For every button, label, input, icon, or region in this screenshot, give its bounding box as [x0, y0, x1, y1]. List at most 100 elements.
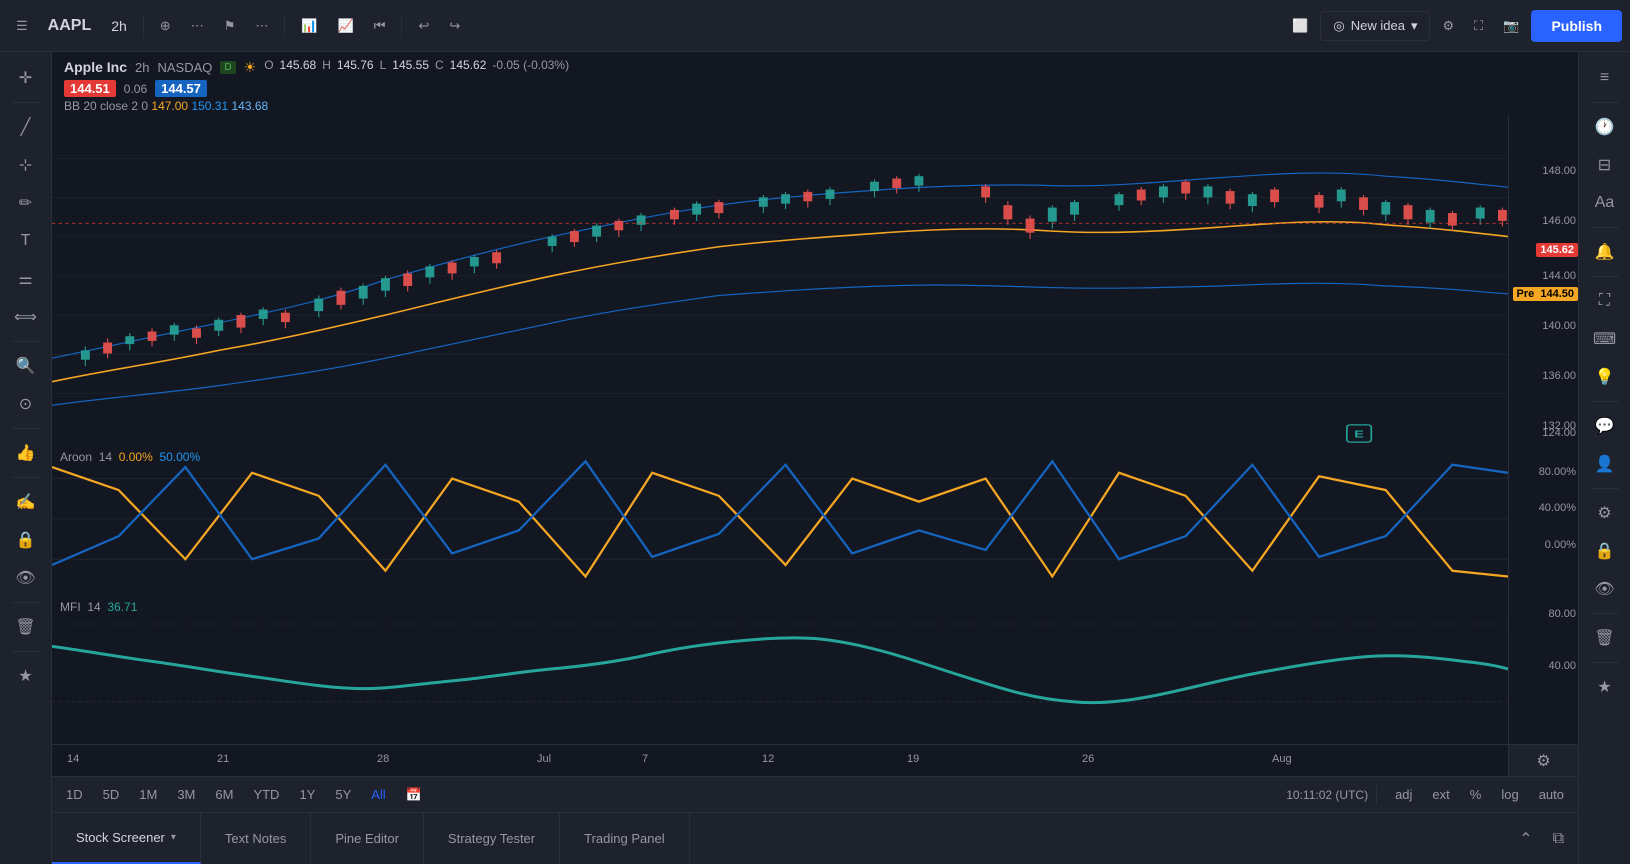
aroon-80: 80.00% [1539, 466, 1576, 478]
brush-tool[interactable]: ✏ [8, 185, 44, 221]
tab-strategy-tester[interactable]: Strategy Tester [424, 813, 560, 864]
lock-right-tool[interactable]: 🔒 [1587, 533, 1623, 569]
chart-style-button[interactable]: 📈 [330, 12, 362, 40]
bb-val3: 143.68 [232, 99, 269, 113]
period-5y[interactable]: 5Y [325, 779, 361, 810]
eye-tool[interactable]: 👁 [8, 560, 44, 596]
adj-btn[interactable]: adj [1385, 779, 1422, 810]
right-sep3 [1591, 276, 1619, 277]
time-26: 26 [1082, 753, 1094, 765]
mfi-axis: 80.00 40.00 [1508, 594, 1578, 744]
chat2-tool[interactable]: 👤 [1587, 446, 1623, 482]
aroon-label: Aroon 14 0.00% 50.00% [60, 450, 200, 464]
watchlist-tool[interactable]: ≡ [1587, 60, 1623, 96]
keyboard-tool[interactable]: ⌨ [1587, 321, 1623, 357]
mfi-40: 40.00 [1548, 660, 1576, 672]
settings-right-tool[interactable]: ⚙ [1587, 495, 1623, 531]
log-btn[interactable]: log [1491, 779, 1528, 810]
aroon-axis: 80.00% 40.00% 0.00% [1508, 444, 1578, 594]
clock-tool[interactable]: 🕐 [1587, 109, 1623, 145]
period-all[interactable]: All [361, 779, 395, 810]
lock-tool[interactable]: 🔒 [8, 522, 44, 558]
bulb-tool[interactable]: 💡 [1587, 359, 1623, 395]
publish-button[interactable]: Publish [1531, 10, 1622, 42]
trash-tool[interactable]: 🗑 [8, 609, 44, 645]
draw-tool[interactable]: ✍ [8, 484, 44, 520]
star-right-tool[interactable]: ★ [1587, 669, 1623, 705]
svg-text:E: E [1354, 428, 1364, 439]
panel-collapse-btn[interactable]: ⌃ [1513, 823, 1538, 855]
price-148: 148.00 [1542, 165, 1576, 177]
chart-header: Apple Inc 2h NASDAQ D ☀ O 145.68 H 145.7… [52, 52, 1578, 115]
chat-tool[interactable]: 💬 [1587, 408, 1623, 444]
text-tool[interactable]: T [8, 223, 44, 259]
period-1d[interactable]: 1D [56, 779, 93, 810]
thumbsup-tool[interactable]: 👍 [8, 435, 44, 471]
tab-pine-editor[interactable]: Pine Editor [311, 813, 424, 864]
chart-area: Apple Inc 2h NASDAQ D ☀ O 145.68 H 145.7… [52, 52, 1578, 864]
timeframe-label[interactable]: 2h [103, 12, 135, 40]
aroon-chart-row: Aroon 14 0.00% 50.00% [52, 444, 1578, 594]
eye-right-tool[interactable]: 👁 [1587, 571, 1623, 607]
alert-right-tool[interactable]: 🔔 [1587, 234, 1623, 270]
redo-button[interactable]: ↪ [441, 12, 468, 40]
tab-stock-screener[interactable]: Stock Screener ▾ [52, 813, 201, 864]
period-1m[interactable]: 1M [129, 779, 167, 810]
star-tool[interactable]: ★ [8, 658, 44, 694]
period-ytd[interactable]: YTD [243, 779, 289, 810]
symbol-label[interactable]: AAPL [40, 11, 100, 41]
price-140: 140.00 [1542, 320, 1576, 332]
chart-exchange: NASDAQ [157, 60, 212, 75]
panel-expand-btn[interactable]: ⧉ [1547, 824, 1570, 854]
settings-time-icon[interactable]: ⚙ [1536, 751, 1550, 771]
sep3 [401, 14, 402, 38]
settings-button[interactable]: ⚙ [1434, 12, 1462, 40]
fib-tool[interactable]: ⊹ [8, 147, 44, 183]
crosshair-tool[interactable]: ✛ [8, 60, 44, 96]
calendar-button[interactable]: 📅 [396, 779, 432, 811]
stock-screener-arrow: ▾ [171, 832, 176, 843]
fullscreen-button[interactable]: ⛶ [1466, 12, 1491, 40]
layout-button[interactable]: ⬜ [1284, 12, 1316, 40]
price-change: -0.05 (-0.03%) [492, 58, 569, 72]
zoom-tool[interactable]: 🔍 [8, 348, 44, 384]
price-146: 146.00 [1542, 215, 1576, 227]
alerts-button[interactable]: ⚑ [216, 12, 244, 40]
nasdaq-badge: D [220, 61, 235, 74]
pct-btn[interactable]: % [1460, 779, 1492, 810]
period-5d[interactable]: 5D [93, 779, 130, 810]
undo-button[interactable]: ↩ [410, 12, 437, 40]
screenshot-button[interactable]: 📷 [1495, 12, 1527, 40]
properties-tool[interactable]: ⊟ [1587, 147, 1623, 183]
magnet-tool[interactable]: ⊙ [8, 386, 44, 422]
chart-type-button[interactable]: 📊 [293, 12, 325, 40]
trash-right-tool[interactable]: 🗑 [1587, 620, 1623, 656]
text-right-tool[interactable]: Aa [1587, 185, 1623, 221]
indicators-button[interactable]: ⋯ [183, 12, 212, 40]
compare-button[interactable]: ⊕ [152, 12, 179, 40]
tab-trading-panel[interactable]: Trading Panel [560, 813, 689, 864]
menu-button[interactable]: ☰ [8, 12, 36, 40]
panel-right: ⌃ ⧉ [1513, 823, 1578, 855]
high-val: 145.76 [337, 58, 374, 72]
trend-line-tool[interactable]: ╱ [8, 109, 44, 145]
period-1y[interactable]: 1Y [289, 779, 325, 810]
ext-btn[interactable]: ext [1422, 779, 1459, 810]
chart-timeframe-badge: 2h [135, 60, 149, 75]
measure-tool[interactable]: ⟺ [8, 299, 44, 335]
period-bar: 1D 5D 1M 3M 6M YTD 1Y 5Y All 📅 10:11:02 … [52, 776, 1578, 812]
mfi-chart-content[interactable]: MFI 14 36.71 [52, 594, 1508, 744]
pattern-tool[interactable]: ⚌ [8, 261, 44, 297]
main-chart-content[interactable]: E [52, 115, 1508, 444]
price-box-1: 144.51 [64, 80, 116, 97]
aroon-chart-content[interactable]: Aroon 14 0.00% 50.00% [52, 444, 1508, 594]
new-idea-button[interactable]: ◎ New idea ▾ [1320, 11, 1430, 41]
replay-button[interactable]: ⏮ [366, 12, 394, 40]
sep1 [143, 14, 144, 38]
strategy-button[interactable]: ⋯ [247, 12, 276, 40]
period-3m[interactable]: 3M [167, 779, 205, 810]
tab-text-notes[interactable]: Text Notes [201, 813, 311, 864]
auto-btn[interactable]: auto [1529, 779, 1574, 810]
period-6m[interactable]: 6M [205, 779, 243, 810]
fullscreen-right-tool[interactable]: ⛶ [1587, 283, 1623, 319]
